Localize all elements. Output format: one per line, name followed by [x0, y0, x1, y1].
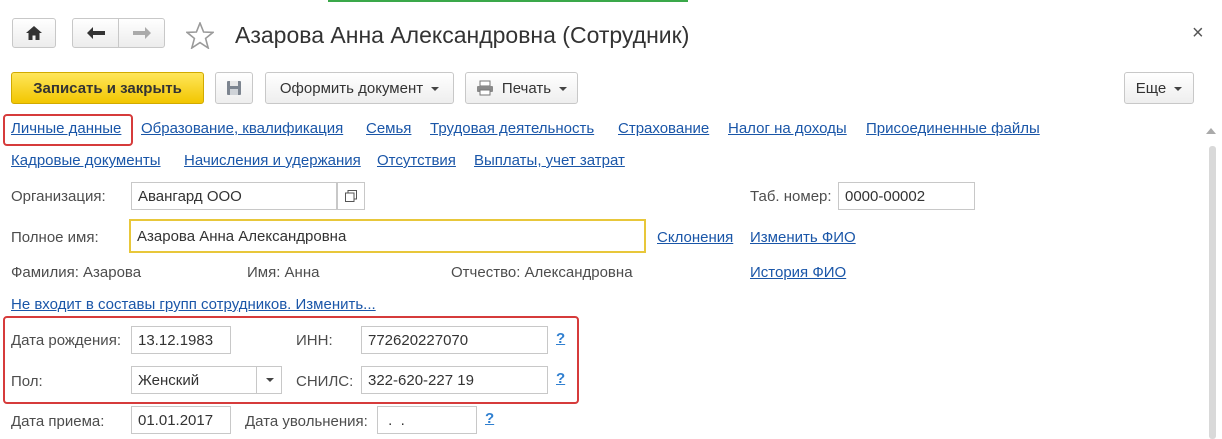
organization-label: Организация: [11, 188, 106, 205]
printer-icon [476, 80, 493, 96]
arrow-right-icon [132, 27, 151, 39]
tab-family[interactable]: Семья [366, 120, 411, 137]
home-button[interactable] [12, 18, 56, 48]
tab-education[interactable]: Образование, квалификация [141, 120, 343, 137]
gender-dropdown-button[interactable] [256, 367, 282, 393]
tab-attached-files[interactable]: Присоединенные файлы [866, 120, 1040, 137]
scroll-up-icon[interactable] [1206, 128, 1216, 134]
window-title: Азарова Анна Александровна (Сотрудник) [235, 22, 690, 48]
create-document-label: Оформить документ [279, 79, 424, 97]
star-icon [184, 20, 216, 50]
dismissal-date-field[interactable]: . . [377, 406, 477, 434]
organization-field[interactable]: Авангард ООО [131, 182, 337, 210]
snils-label: СНИЛС: [296, 373, 354, 390]
tab-employment[interactable]: Трудовая деятельность [430, 120, 594, 137]
chevron-down-icon [1174, 87, 1183, 91]
dismissal-date-label: Дата увольнения: [245, 413, 368, 430]
inn-label: ИНН: [296, 332, 333, 349]
open-organization-button[interactable] [337, 182, 365, 210]
print-dropdown[interactable]: Печать [465, 72, 578, 104]
tab-number-field[interactable]: 0000-00002 [838, 182, 975, 210]
patronymic-text: Отчество: Александровна [451, 264, 633, 281]
birth-date-label: Дата рождения: [11, 332, 121, 349]
floppy-disk-icon [227, 81, 241, 95]
create-document-dropdown[interactable]: Оформить документ [265, 72, 454, 104]
tab-income-tax[interactable]: Налог на доходы [728, 120, 847, 137]
chevron-down-icon [265, 378, 274, 382]
full-name-field[interactable]: Азарова Анна Александровна [129, 219, 646, 253]
surname-text: Фамилия: Азарова [11, 264, 142, 281]
back-button[interactable] [72, 18, 119, 48]
inn-field[interactable]: 772620227070 [361, 326, 548, 354]
more-dropdown[interactable]: Еще [1124, 72, 1194, 104]
tab-absences[interactable]: Отсутствия [377, 152, 456, 169]
home-icon [26, 26, 42, 40]
favorite-star-button[interactable] [184, 20, 216, 53]
vertical-scrollbar[interactable] [1209, 146, 1216, 439]
chevron-down-icon [431, 87, 440, 91]
tab-personal-data[interactable]: Личные данные [11, 120, 121, 137]
hire-date-label: Дата приема: [11, 413, 105, 430]
print-label: Печать [501, 79, 552, 97]
declensions-link[interactable]: Склонения [657, 229, 733, 246]
tab-hr-documents[interactable]: Кадровые документы [11, 152, 161, 169]
snils-field[interactable]: 322-620-227 19 [361, 366, 548, 394]
arrow-left-icon [86, 27, 105, 39]
birth-date-field[interactable]: 13.12.1983 [131, 326, 231, 354]
more-label: Еще [1135, 79, 1167, 97]
chevron-down-icon [559, 87, 568, 91]
tab-accruals[interactable]: Начисления и удержания [184, 152, 361, 169]
full-name-label: Полное имя: [11, 229, 99, 246]
save-button[interactable] [215, 72, 253, 104]
gender-label: Пол: [11, 373, 43, 390]
hire-date-field[interactable]: 01.01.2017 [131, 406, 231, 434]
employee-groups-link[interactable]: Не входит в составы групп сотрудников. И… [11, 296, 376, 313]
forward-button[interactable] [118, 18, 165, 48]
snils-help-icon[interactable]: ? [556, 370, 565, 387]
tab-payments[interactable]: Выплаты, учет затрат [474, 152, 625, 169]
top-accent-line [328, 0, 688, 2]
gender-value: Женский [138, 371, 200, 389]
close-icon[interactable]: × [1192, 22, 1204, 45]
dismissal-help-icon[interactable]: ? [485, 410, 494, 427]
first-name-text: Имя: Анна [247, 264, 320, 281]
save-close-button[interactable]: Записать и закрыть [11, 72, 204, 104]
inn-help-icon[interactable]: ? [556, 330, 565, 347]
open-window-icon [345, 190, 357, 202]
name-history-link[interactable]: История ФИО [750, 264, 846, 281]
tab-insurance[interactable]: Страхование [618, 120, 709, 137]
change-name-link[interactable]: Изменить ФИО [750, 229, 856, 246]
tab-number-label: Таб. номер: [750, 188, 832, 205]
